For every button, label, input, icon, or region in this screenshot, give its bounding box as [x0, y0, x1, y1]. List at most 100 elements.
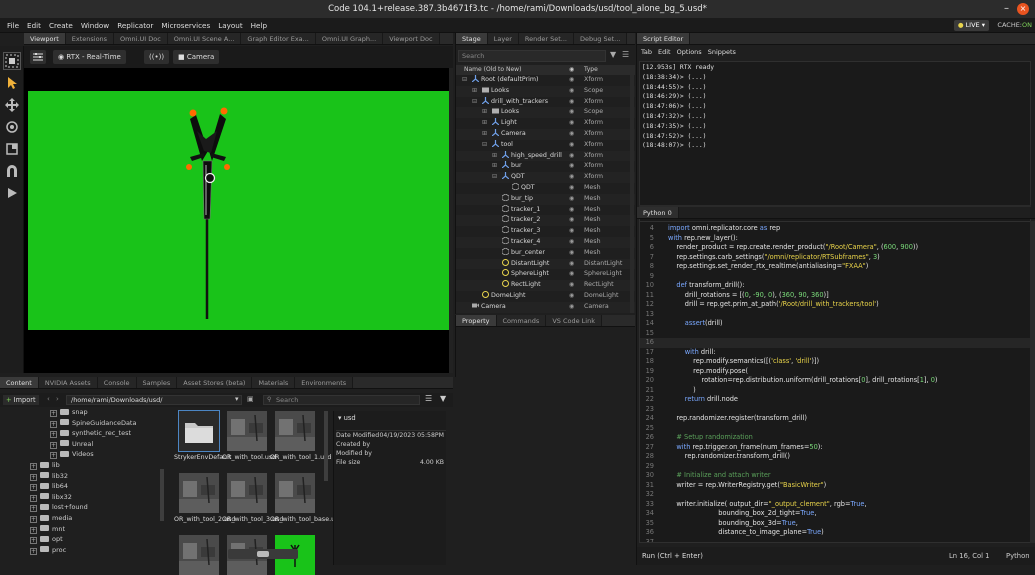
expand-toggle-icon[interactable]: +	[30, 473, 37, 481]
tab-omni-ui-scene-a[interactable]: Omni.UI Scene A...	[167, 33, 242, 44]
tab-omni-ui-graph[interactable]: Omni.UI Graph...	[315, 33, 384, 44]
stage-tree-row[interactable]: ⊞ Camera ◉ Xform	[456, 129, 635, 140]
expand-toggle-icon[interactable]: ⊞	[482, 118, 487, 129]
tree-item[interactable]: + SpineGuidanceData	[50, 418, 136, 429]
forward-icon[interactable]: ›	[56, 395, 59, 403]
script-menu-tab[interactable]: Tab	[641, 46, 652, 58]
run-button[interactable]: Run (Ctrl + Enter)	[642, 547, 703, 565]
render-mode-dropdown[interactable]: ◉ RTX - Real-Time	[53, 50, 126, 64]
grid-scrollbar[interactable]	[324, 411, 328, 481]
rotate-icon[interactable]	[3, 118, 21, 136]
expand-toggle-icon[interactable]: +	[50, 420, 57, 428]
tree-item[interactable]: + libx32	[30, 492, 72, 503]
tab-asset-stores-beta[interactable]: Asset Stores (beta)	[177, 377, 253, 388]
visibility-eye-icon[interactable]: ◉	[569, 248, 574, 259]
tree-item[interactable]: + lost+found	[30, 502, 88, 513]
cache-status[interactable]: CACHE:ON	[997, 18, 1032, 33]
visibility-eye-icon[interactable]: ◉	[569, 97, 574, 108]
file-thumbnail[interactable]	[227, 473, 267, 513]
expand-toggle-icon[interactable]: ⊞	[492, 151, 497, 162]
visibility-eye-icon[interactable]: ◉	[569, 194, 574, 205]
bookmark-icon[interactable]: ▣	[247, 395, 254, 403]
expand-toggle-icon[interactable]: +	[50, 452, 57, 460]
stage-tree-row[interactable]: tracker_3 ◉ Mesh	[456, 225, 635, 237]
expand-toggle-icon[interactable]: +	[30, 547, 37, 555]
expand-toggle-icon[interactable]: ⊞	[482, 107, 487, 118]
menu-file[interactable]: File	[0, 18, 23, 33]
tab-samples[interactable]: Samples	[136, 377, 178, 388]
live-toggle[interactable]: ● LIVE ▾	[953, 20, 989, 31]
code-scrollbar[interactable]	[1030, 221, 1035, 543]
expand-toggle-icon[interactable]: +	[30, 505, 37, 513]
stage-tree-row[interactable]: ⊟ Root (defaultPrim) ◉ Xform	[456, 75, 635, 86]
visibility-eye-icon[interactable]: ◉	[569, 75, 574, 86]
visibility-eye-icon[interactable]: ◉	[569, 151, 574, 162]
tree-item[interactable]: + snap	[50, 407, 88, 418]
visibility-eye-icon[interactable]: ◉	[569, 86, 574, 97]
expand-toggle-icon[interactable]: +	[50, 410, 57, 417]
menu-edit[interactable]: Edit	[23, 18, 45, 33]
visibility-eye-icon[interactable]: ◉	[569, 140, 574, 151]
pointer-arrow-icon[interactable]	[3, 74, 21, 92]
audio-icon[interactable]: ((•))	[144, 50, 170, 64]
tab-materials[interactable]: Materials	[252, 377, 296, 388]
viewport-scrollbar[interactable]	[449, 68, 453, 373]
menu-create[interactable]: Create	[45, 18, 77, 33]
expand-toggle-icon[interactable]: ⊟	[462, 75, 467, 86]
path-dropdown-icon[interactable]: ▾	[235, 395, 239, 403]
tree-item[interactable]: + Videos	[50, 449, 94, 460]
visibility-eye-icon[interactable]: ◉	[569, 269, 574, 280]
thumbnail-size-slider[interactable]	[228, 549, 298, 559]
tab-stage[interactable]: Stage	[456, 33, 488, 44]
stage-tree-row[interactable]: ⊞ Light ◉ Xform	[456, 118, 635, 129]
expand-toggle-icon[interactable]: +	[30, 494, 37, 502]
tab-environments[interactable]: Environments	[295, 377, 354, 388]
file-thumbnail[interactable]	[275, 473, 315, 513]
visibility-eye-icon[interactable]: ◉	[569, 172, 574, 183]
tree-item[interactable]: + Unreal	[50, 439, 93, 450]
visibility-eye-icon[interactable]: ◉	[569, 302, 574, 313]
visibility-eye-icon[interactable]: ◉	[569, 161, 574, 172]
stage-tree-row[interactable]: ⊞ Looks ◉ Scope	[456, 107, 635, 119]
tab-graph-editor-exa[interactable]: Graph Editor Exa...	[241, 33, 316, 44]
tab-script-editor[interactable]: Script Editor	[637, 33, 691, 44]
visibility-eye-icon[interactable]: ◉	[569, 226, 574, 237]
visibility-eye-icon[interactable]: ◉	[569, 259, 574, 270]
visibility-eye-icon[interactable]: ◉	[569, 215, 574, 226]
tab-property[interactable]: Property	[456, 315, 497, 326]
visibility-eye-icon[interactable]: ◉	[569, 291, 574, 302]
tab-python-0[interactable]: Python 0	[637, 207, 679, 218]
tab-viewport-doc[interactable]: Viewport Doc	[383, 33, 440, 44]
visibility-eye-icon[interactable]: ◉	[569, 237, 574, 248]
expand-toggle-icon[interactable]: +	[50, 431, 57, 439]
tab-nvidia-assets[interactable]: NVIDIA Assets	[38, 377, 98, 388]
path-field[interactable]: /home/rami/Downloads/usd/	[66, 395, 242, 405]
stage-tree-row[interactable]: RectLight ◉ RectLight	[456, 280, 635, 291]
stage-tree-row[interactable]: ⊟ drill_with_trackers ◉ Xform	[456, 96, 635, 108]
expand-toggle-icon[interactable]: ⊟	[492, 172, 497, 183]
stage-tree-row[interactable]: ⊞ high_speed_drill ◉ Xform	[456, 150, 635, 162]
stage-tree-row[interactable]: tracker_1 ◉ Mesh	[456, 204, 635, 216]
expand-toggle-icon[interactable]: ⊟	[482, 140, 487, 151]
tree-item[interactable]: + mnt	[30, 524, 65, 535]
menu-replicator[interactable]: Replicator	[113, 18, 157, 33]
tree-scrollbar[interactable]	[160, 469, 164, 521]
stage-tree-row[interactable]: bur_center ◉ Mesh	[456, 247, 635, 259]
file-thumbnail[interactable]	[179, 535, 219, 575]
file-thumbnail[interactable]	[227, 411, 267, 451]
tab-console[interactable]: Console	[97, 377, 137, 388]
visibility-eye-icon[interactable]: ◉	[569, 118, 574, 129]
tree-item[interactable]: + synthetic_rec_test	[50, 428, 131, 439]
column-name[interactable]: Name (Old to New)	[464, 65, 521, 75]
stage-tree-row[interactable]: QDT ◉ Mesh	[456, 182, 635, 194]
visibility-eye-icon[interactable]: ◉	[569, 107, 574, 118]
settings-sliders-icon[interactable]	[30, 50, 46, 64]
expand-toggle-icon[interactable]: ⊞	[482, 129, 487, 140]
tree-item[interactable]: + lib64	[30, 481, 68, 492]
tree-item[interactable]: + lib	[30, 460, 60, 471]
tree-item[interactable]: + opt	[30, 534, 63, 545]
tab-viewport[interactable]: Viewport	[24, 33, 66, 44]
tab-vs-code-link[interactable]: VS Code Link	[546, 315, 602, 326]
tab-debug-set[interactable]: Debug Set...	[574, 33, 628, 44]
content-search-input[interactable]: ⚲ Search	[263, 395, 420, 405]
